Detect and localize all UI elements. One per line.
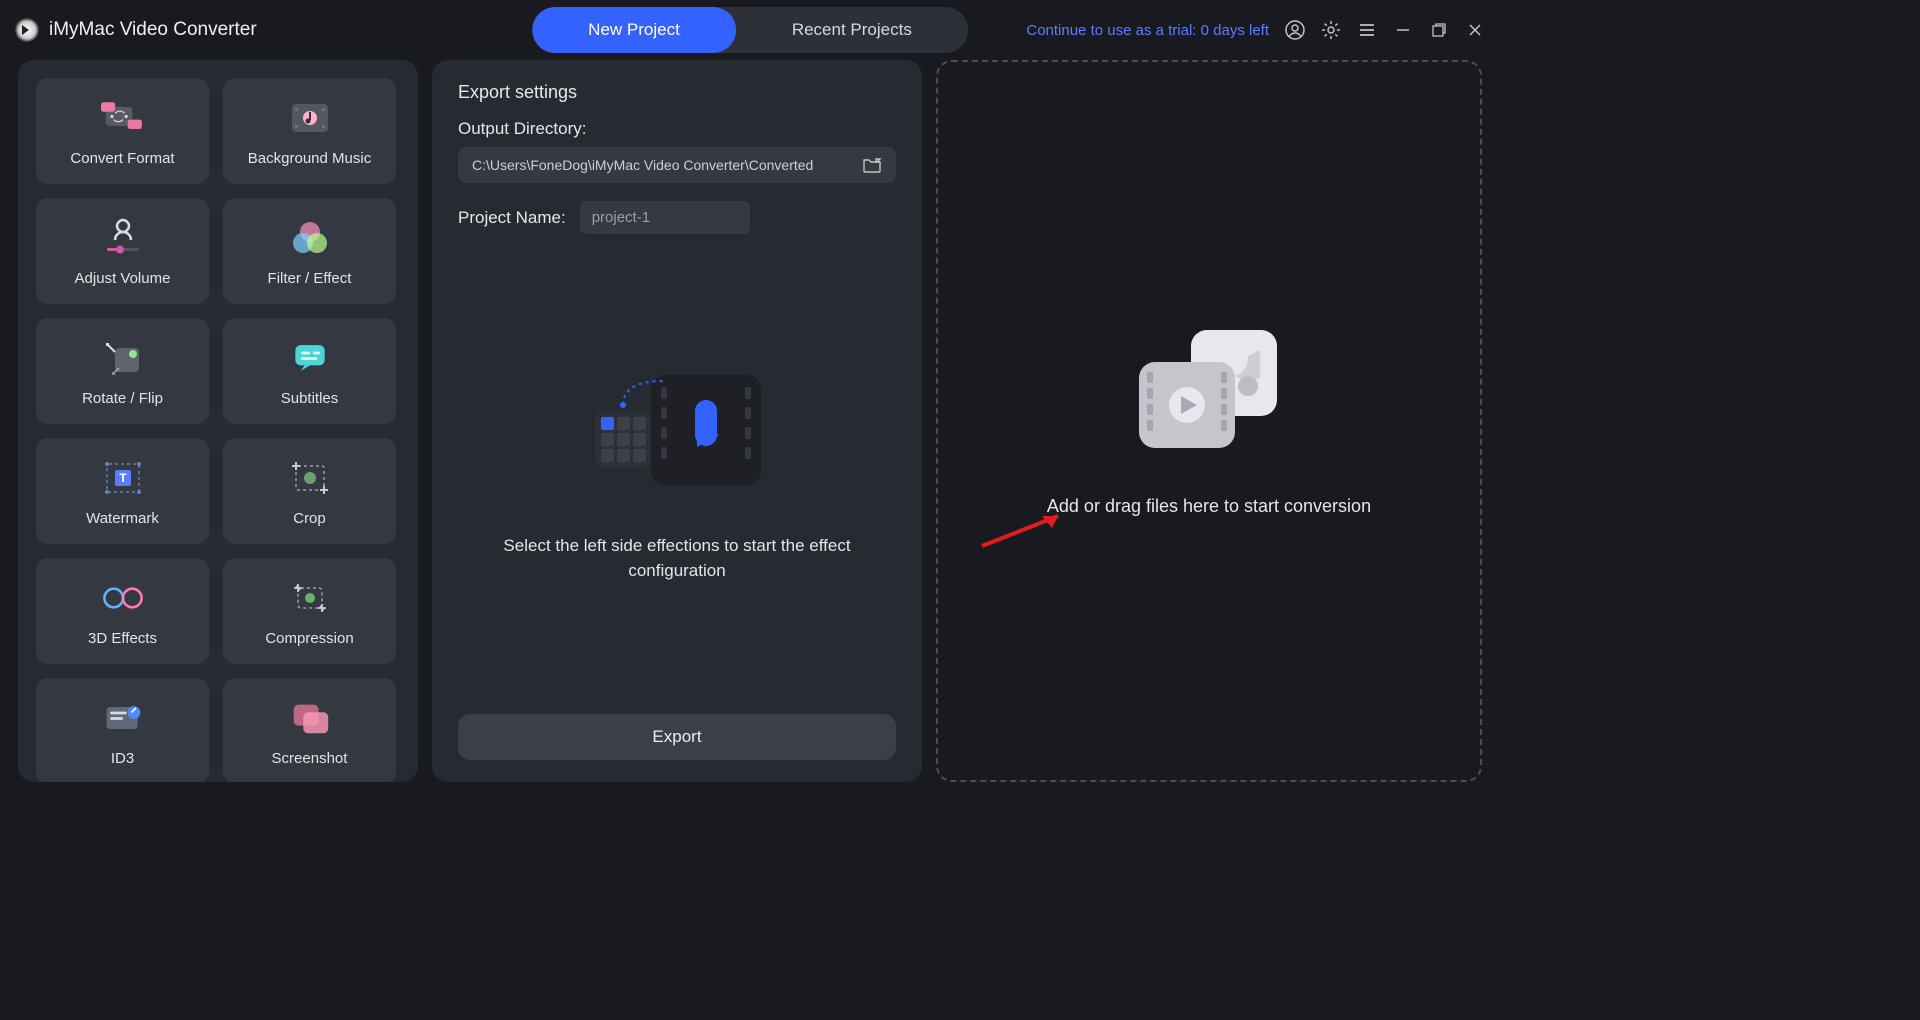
tools-panel: Convert Format Background Music Adjust V… [18, 60, 418, 782]
tool-label: 3D Effects [88, 630, 157, 647]
tool-subtitles[interactable]: Subtitles [223, 318, 396, 424]
tool-filter-effect[interactable]: Filter / Effect [223, 198, 396, 304]
tool-label: ID3 [111, 750, 134, 767]
tool-label: Background Music [248, 150, 371, 167]
export-button[interactable]: Export [458, 714, 896, 760]
output-directory-field[interactable]: C:\Users\FoneDog\iMyMac Video Converter\… [458, 147, 896, 183]
tool-id3[interactable]: ID3 [36, 678, 209, 782]
tool-rotate-flip[interactable]: Rotate / Flip [36, 318, 209, 424]
tool-compression[interactable]: Compression [223, 558, 396, 664]
export-settings-title: Export settings [458, 82, 896, 103]
effect-hint: Select the left side effections to start… [487, 533, 867, 584]
export-panel: Export settings Output Directory: C:\Use… [432, 60, 922, 782]
account-icon[interactable] [1285, 20, 1305, 40]
tool-label: Screenshot [272, 750, 348, 767]
drop-media-icon [1129, 326, 1289, 456]
effect-placeholder-icon [577, 355, 777, 505]
screenshot-icon [288, 696, 332, 740]
drop-hint: Add or drag files here to start conversi… [1047, 496, 1371, 517]
tool-crop[interactable]: Crop [223, 438, 396, 544]
close-icon[interactable] [1465, 20, 1485, 40]
tab-new-project[interactable]: New Project [532, 7, 736, 53]
convert-icon [101, 96, 145, 140]
svg-text:T: T [119, 471, 127, 485]
tool-watermark[interactable]: T Watermark [36, 438, 209, 544]
rotate-icon [101, 336, 145, 380]
tool-label: Filter / Effect [268, 270, 352, 287]
volume-icon [101, 216, 145, 260]
tool-background-music[interactable]: Background Music [223, 78, 396, 184]
tool-screenshot[interactable]: Screenshot [223, 678, 396, 782]
settings-icon[interactable] [1321, 20, 1341, 40]
compression-icon [288, 576, 332, 620]
folder-browse-icon[interactable] [862, 157, 882, 173]
tool-label: Rotate / Flip [82, 390, 163, 407]
maximize-icon[interactable] [1429, 20, 1449, 40]
output-directory-label: Output Directory: [458, 119, 896, 139]
app-icon [15, 18, 39, 42]
id3-icon [101, 696, 145, 740]
project-name-input[interactable] [580, 201, 750, 234]
tab-recent-projects[interactable]: Recent Projects [736, 7, 968, 53]
tool-convert-format[interactable]: Convert Format [36, 78, 209, 184]
filter-icon [288, 216, 332, 260]
music-icon [288, 96, 332, 140]
tool-adjust-volume[interactable]: Adjust Volume [36, 198, 209, 304]
tool-label: Convert Format [70, 150, 174, 167]
tool-label: Adjust Volume [75, 270, 171, 287]
3d-icon [101, 576, 145, 620]
project-tabs: New Project Recent Projects [532, 7, 968, 53]
crop-icon [288, 456, 332, 500]
brand: iMyMac Video Converter [15, 18, 257, 42]
menu-icon[interactable] [1357, 20, 1377, 40]
subtitles-icon [288, 336, 332, 380]
tool-label: Subtitles [281, 390, 339, 407]
tool-label: Crop [293, 510, 326, 527]
app-title: iMyMac Video Converter [49, 19, 257, 41]
output-directory-value: C:\Users\FoneDog\iMyMac Video Converter\… [472, 157, 813, 173]
project-name-label: Project Name: [458, 208, 566, 228]
drop-zone[interactable]: Add or drag files here to start conversi… [936, 60, 1482, 782]
watermark-icon: T [101, 456, 145, 500]
tool-label: Watermark [86, 510, 159, 527]
tool-label: Compression [265, 630, 353, 647]
trial-status[interactable]: Continue to use as a trial: 0 days left [1026, 22, 1269, 39]
annotation-arrow-icon [978, 510, 1068, 550]
minimize-icon[interactable] [1393, 20, 1413, 40]
tool-3d-effects[interactable]: 3D Effects [36, 558, 209, 664]
